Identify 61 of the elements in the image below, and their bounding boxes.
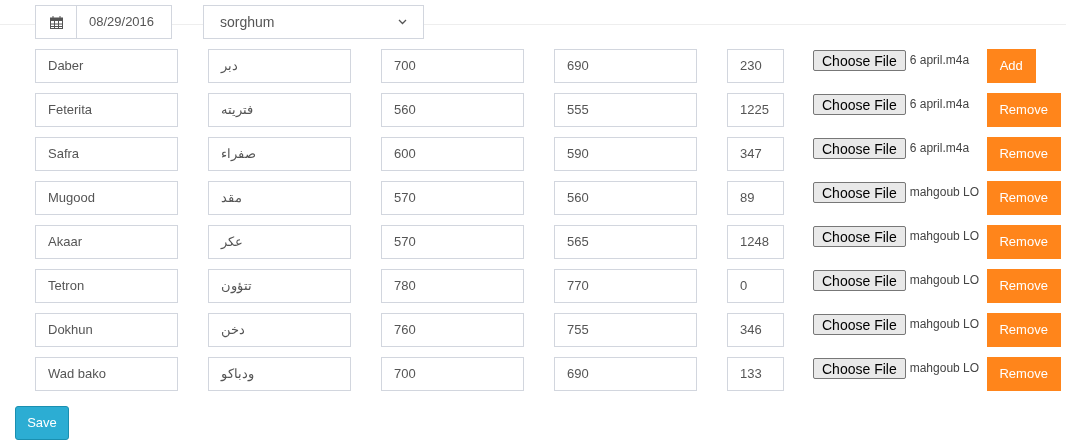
- value-field[interactable]: 560: [381, 93, 524, 127]
- calendar-button[interactable]: [35, 5, 77, 39]
- value-field[interactable]: 347: [727, 137, 784, 171]
- name-field[interactable]: Feterita: [35, 93, 178, 127]
- choose-file-button[interactable]: Choose File: [813, 182, 906, 203]
- local-name-field[interactable]: مقد: [208, 181, 351, 215]
- value-field[interactable]: 755: [554, 313, 697, 347]
- choose-file-button[interactable]: Choose File: [813, 138, 906, 159]
- choose-file-button[interactable]: Choose File: [813, 94, 906, 115]
- value-field[interactable]: 700: [381, 357, 524, 391]
- local-name-field[interactable]: دخن: [208, 313, 351, 347]
- local-name-field[interactable]: عكر: [208, 225, 351, 259]
- value-field[interactable]: 230: [727, 49, 784, 83]
- name-field[interactable]: Daber: [35, 49, 178, 83]
- file-name: mahgoub LO: [909, 272, 981, 289]
- choose-file-button[interactable]: Choose File: [813, 50, 906, 71]
- value-field[interactable]: 555: [554, 93, 697, 127]
- choose-file-button[interactable]: Choose File: [813, 358, 906, 379]
- local-name-field[interactable]: صفراء: [208, 137, 351, 171]
- file-name: mahgoub LO: [909, 228, 981, 245]
- file-name: 6 april.m4a: [909, 96, 971, 113]
- file-name: mahgoub LO: [909, 316, 981, 333]
- value-field[interactable]: 570: [381, 225, 524, 259]
- value-field[interactable]: 690: [554, 49, 697, 83]
- chevron-down-icon: [398, 19, 407, 25]
- value-field[interactable]: 770: [554, 269, 697, 303]
- value-field[interactable]: 690: [554, 357, 697, 391]
- local-name-field[interactable]: فتريته: [208, 93, 351, 127]
- file-name: mahgoub LO: [909, 360, 981, 377]
- value-field[interactable]: 600: [381, 137, 524, 171]
- name-field[interactable]: Tetron: [35, 269, 178, 303]
- calendar-icon: [49, 15, 63, 29]
- file-name: mahgoub LO: [909, 184, 981, 201]
- name-field[interactable]: Dokhun: [35, 313, 178, 347]
- name-field[interactable]: Wad bako: [35, 357, 178, 391]
- file-name: 6 april.m4a: [909, 140, 971, 157]
- choose-file-button[interactable]: Choose File: [813, 226, 906, 247]
- value-field[interactable]: 700: [381, 49, 524, 83]
- file-name: 6 april.m4a: [909, 52, 971, 69]
- value-field[interactable]: 1248: [727, 225, 784, 259]
- date-field[interactable]: 08/29/2016: [77, 5, 172, 39]
- name-field[interactable]: Safra: [35, 137, 178, 171]
- local-name-field[interactable]: تتؤون: [208, 269, 351, 303]
- value-field[interactable]: 0: [727, 269, 784, 303]
- name-field[interactable]: Mugood: [35, 181, 178, 215]
- choose-file-button[interactable]: Choose File: [813, 314, 906, 335]
- crop-select[interactable]: sorghum: [203, 5, 424, 39]
- value-field[interactable]: 1225: [727, 93, 784, 127]
- value-field[interactable]: 565: [554, 225, 697, 259]
- name-field[interactable]: Akaar: [35, 225, 178, 259]
- value-field[interactable]: 133: [727, 357, 784, 391]
- value-field[interactable]: 590: [554, 137, 697, 171]
- value-field[interactable]: 346: [727, 313, 784, 347]
- value-field[interactable]: 89: [727, 181, 784, 215]
- local-name-field[interactable]: دبر: [208, 49, 351, 83]
- value-field[interactable]: 560: [554, 181, 697, 215]
- value-field[interactable]: 760: [381, 313, 524, 347]
- choose-file-button[interactable]: Choose File: [813, 270, 906, 291]
- value-field[interactable]: 570: [381, 181, 524, 215]
- value-field[interactable]: 780: [381, 269, 524, 303]
- local-name-field[interactable]: ودباكو: [208, 357, 351, 391]
